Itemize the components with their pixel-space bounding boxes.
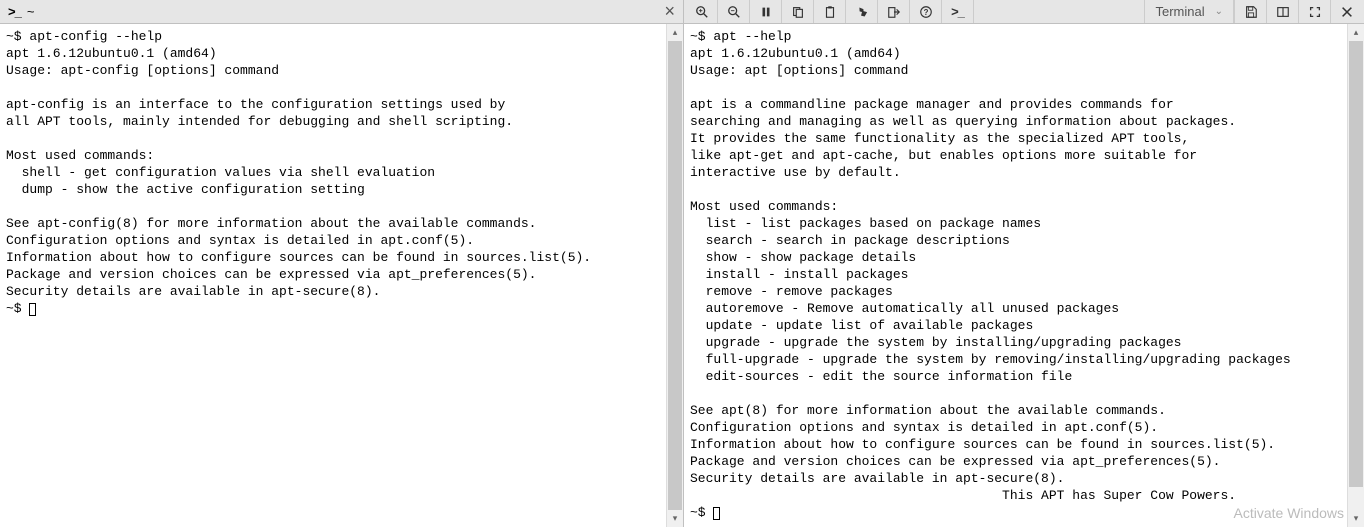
chevron-down-icon: ⌄ [1215, 6, 1223, 17]
cursor-icon [713, 507, 720, 520]
toolbar-right: ? >_ Terminal ⌄ [684, 0, 1364, 24]
paste-button[interactable] [814, 0, 846, 23]
profile-dropdown[interactable]: Terminal ⌄ [1144, 0, 1234, 23]
save-button[interactable] [1234, 0, 1266, 23]
tab-bar-left: >_ ~ × [0, 0, 683, 24]
scroll-thumb[interactable] [668, 41, 682, 510]
command: apt --help [713, 29, 791, 44]
copy-button[interactable] [782, 0, 814, 23]
prompt: ~$ [6, 29, 22, 44]
close-button[interactable] [1330, 0, 1362, 23]
prompt: ~$ [690, 29, 706, 44]
pause-button[interactable] [750, 0, 782, 23]
pin-button[interactable] [846, 0, 878, 23]
scroll-down-icon[interactable]: ▾ [667, 510, 683, 527]
terminal-output-left[interactable]: ~$ apt-config --help apt 1.6.12ubuntu0.1… [0, 24, 683, 527]
fullscreen-button[interactable] [1298, 0, 1330, 23]
output-text: apt 1.6.12ubuntu0.1 (amd64) Usage: apt [… [690, 46, 1291, 503]
split-button[interactable] [1266, 0, 1298, 23]
exit-button[interactable] [878, 0, 910, 23]
new-terminal-button[interactable]: >_ [942, 0, 974, 23]
terminal-output-right[interactable]: ~$ apt --help apt 1.6.12ubuntu0.1 (amd64… [684, 24, 1364, 527]
scrollbar-right[interactable]: ▴ ▾ [1347, 24, 1364, 527]
svg-text:?: ? [923, 8, 928, 17]
terminal-pane-right: ? >_ Terminal ⌄ ~$ apt --help apt 1.6.12… [684, 0, 1364, 527]
tab-left[interactable]: >_ ~ [0, 0, 42, 23]
zoom-out-button[interactable] [718, 0, 750, 23]
end-prompt: ~$ [690, 505, 706, 520]
scroll-down-icon[interactable]: ▾ [1348, 510, 1364, 527]
scrollbar-left[interactable]: ▴ ▾ [666, 24, 683, 527]
scroll-thumb[interactable] [1349, 41, 1363, 487]
scroll-up-icon[interactable]: ▴ [667, 24, 683, 41]
scroll-track[interactable] [1348, 41, 1364, 510]
end-prompt: ~$ [6, 301, 22, 316]
scroll-up-icon[interactable]: ▴ [1348, 24, 1364, 41]
prompt-icon: >_ [8, 4, 21, 19]
tab-close-button[interactable]: × [660, 1, 679, 22]
command: apt-config --help [29, 29, 162, 44]
help-button[interactable]: ? [910, 0, 942, 23]
scroll-track[interactable] [667, 41, 683, 510]
output-text: apt 1.6.12ubuntu0.1 (amd64) Usage: apt-c… [6, 46, 591, 299]
dropdown-label: Terminal [1155, 4, 1204, 19]
zoom-in-button[interactable] [686, 0, 718, 23]
terminal-pane-left: >_ ~ × ~$ apt-config --help apt 1.6.12ub… [0, 0, 684, 527]
tab-title: ~ [27, 4, 35, 19]
cursor-icon [29, 303, 36, 316]
